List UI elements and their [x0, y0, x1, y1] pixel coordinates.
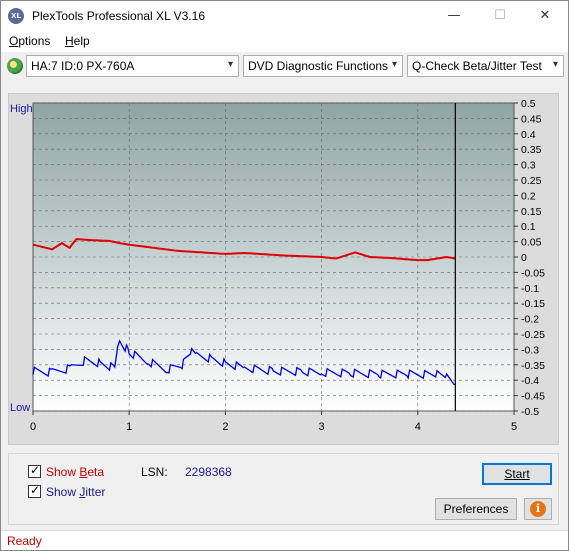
info-button[interactable]: i [524, 498, 552, 520]
beta-jitter-chart: 0.5 0.45 0.4 0.35 0.3 0.25 0.2 0.15 0.1 0.05 0 -0.0… [10, 98, 545, 433]
menu-help-mnemonic: H [65, 34, 74, 48]
lsn-label: LSN: [141, 465, 168, 479]
function-select[interactable]: DVD Diagnostic Functions ▾ [243, 55, 403, 77]
show-beta-text: Show [46, 465, 80, 479]
app-logo-icon: XL [8, 8, 24, 24]
y-tick-label: 0.45 [521, 113, 542, 125]
chevron-down-icon: ▾ [391, 59, 397, 70]
x-tick-label: 2 [222, 421, 228, 433]
y-tick-label: 0.3 [521, 160, 536, 172]
status-text: Ready [7, 534, 42, 548]
menu-options-mnemonic: O [9, 34, 19, 48]
show-beta-label[interactable]: Show Beta [46, 465, 104, 479]
chart-panel: 0.5 0.45 0.4 0.35 0.3 0.25 0.2 0.15 0.1 0.05 0 -0.0… [8, 93, 559, 445]
preferences-button-label: Preferences [443, 502, 509, 516]
test-select[interactable]: Q-Check Beta/Jitter Test ▾ [407, 55, 564, 77]
checkmark-icon: ✓ [30, 463, 41, 477]
maximize-button[interactable]: ☐ [477, 1, 523, 31]
start-button[interactable]: Start [482, 463, 552, 485]
y-tick-label: 0.1 [521, 221, 536, 233]
show-jitter-checkbox[interactable]: ✓ [28, 483, 41, 498]
close-button[interactable]: ✕ [522, 1, 568, 31]
menu-bar: Options Help [1, 31, 568, 52]
title-bar: XL PlexTools Professional XL V3.16 — ☐ ✕ [1, 1, 568, 31]
function-select-value: DVD Diagnostic Functions [248, 59, 389, 73]
show-beta-checkbox[interactable]: ✓ [28, 463, 41, 478]
show-jitter-text-rest: itter [85, 485, 106, 499]
x-tick-label: 4 [415, 421, 421, 433]
show-jitter-label[interactable]: Show Jitter [46, 485, 105, 499]
toolbar: HA:7 ID:0 PX-760A ▾ DVD Diagnostic Funct… [1, 53, 568, 79]
drive-disc-icon [7, 58, 23, 74]
minimize-button[interactable]: — [431, 1, 477, 31]
close-icon: ✕ [539, 8, 551, 23]
y-tick-label: -0.05 [521, 267, 545, 279]
y-tick-label: -0.1 [521, 283, 539, 295]
minimize-icon: — [447, 8, 461, 23]
menu-options-label: ptions [18, 34, 51, 48]
show-beta-text-rest: eta [87, 465, 105, 479]
status-bar: Ready [1, 530, 568, 550]
y-tick-label: -0.2 [521, 314, 539, 326]
drive-select-value: HA:7 ID:0 PX-760A [31, 59, 135, 73]
start-button-label: Start [504, 467, 530, 481]
y-tick-label: 0.35 [521, 144, 542, 156]
y-tick-label: 0.05 [521, 237, 542, 249]
checkmark-icon: ✓ [30, 483, 41, 497]
x-tick-label: 5 [511, 421, 517, 433]
y-tick-label: -0.5 [521, 406, 539, 418]
menu-help-label: elp [73, 34, 90, 48]
y-tick-label: 0.4 [521, 129, 536, 141]
y-tick-label: 0.15 [521, 206, 542, 218]
y-tick-label: 0 [521, 252, 527, 264]
options-panel: ✓ Show Beta ✓ Show Jitter LSN: 2298368 S… [8, 453, 559, 525]
info-icon: i [530, 501, 546, 517]
x-tick-label: 0 [30, 421, 36, 433]
y-tick-label: -0.3 [521, 344, 539, 356]
window-title: PlexTools Professional XL V3.16 [32, 9, 205, 23]
chevron-down-icon: ▾ [227, 59, 233, 70]
y-tick-label: -0.35 [521, 360, 545, 372]
y-tick-label: 0.5 [521, 98, 536, 110]
y-tick-label: -0.15 [521, 298, 545, 310]
show-jitter-text: Show [46, 485, 80, 499]
x-tick-label: 1 [126, 421, 132, 433]
chart-low-label: Low [10, 402, 30, 414]
x-tick-label: 3 [319, 421, 325, 433]
preferences-button[interactable]: Preferences [435, 498, 517, 520]
menu-options[interactable]: Options [9, 34, 50, 48]
drive-select[interactable]: HA:7 ID:0 PX-760A ▾ [26, 55, 239, 77]
maximize-icon: ☐ [494, 8, 506, 23]
y-tick-label: -0.25 [521, 329, 545, 341]
y-tick-label: -0.45 [521, 391, 545, 403]
y-tick-label: 0.2 [521, 190, 536, 202]
chart-high-label: High [10, 103, 33, 115]
chevron-down-icon: ▾ [552, 59, 558, 70]
main-window: XL PlexTools Professional XL V3.16 — ☐ ✕… [0, 0, 569, 551]
y-tick-label: -0.4 [521, 375, 539, 387]
y-tick-label: 0.25 [521, 175, 542, 187]
lsn-value: 2298368 [185, 465, 232, 479]
menu-help[interactable]: Help [65, 34, 90, 48]
test-select-value: Q-Check Beta/Jitter Test [412, 59, 542, 73]
